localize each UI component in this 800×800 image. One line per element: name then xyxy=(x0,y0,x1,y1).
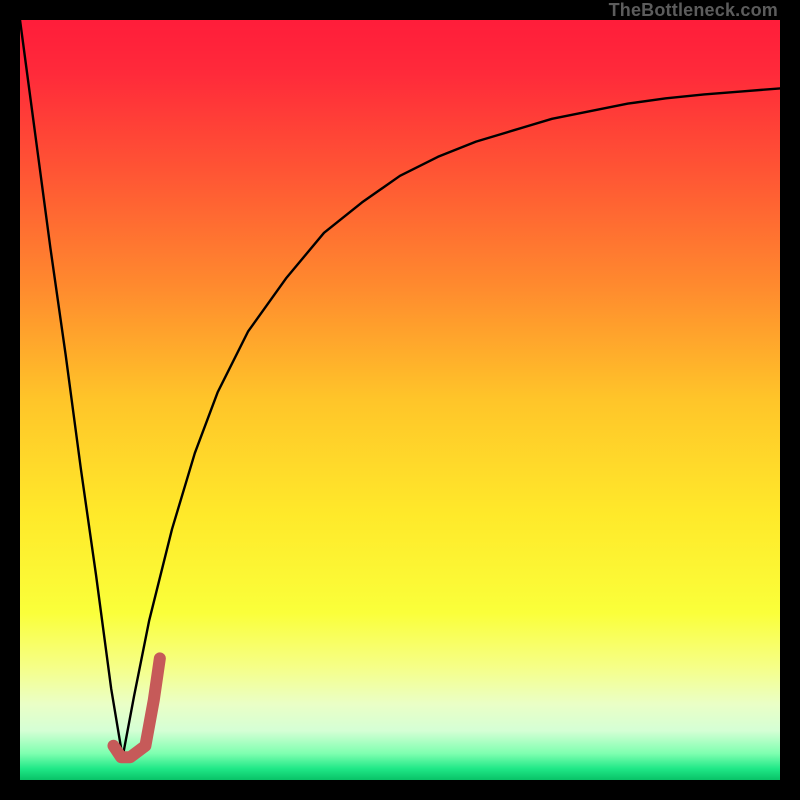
plot-area xyxy=(20,20,780,780)
chart-frame: TheBottleneck.com xyxy=(0,0,800,800)
right-branch-line xyxy=(123,88,780,757)
attribution-watermark: TheBottleneck.com xyxy=(609,0,778,21)
chart-curves xyxy=(20,20,780,780)
left-branch-line xyxy=(20,20,123,757)
